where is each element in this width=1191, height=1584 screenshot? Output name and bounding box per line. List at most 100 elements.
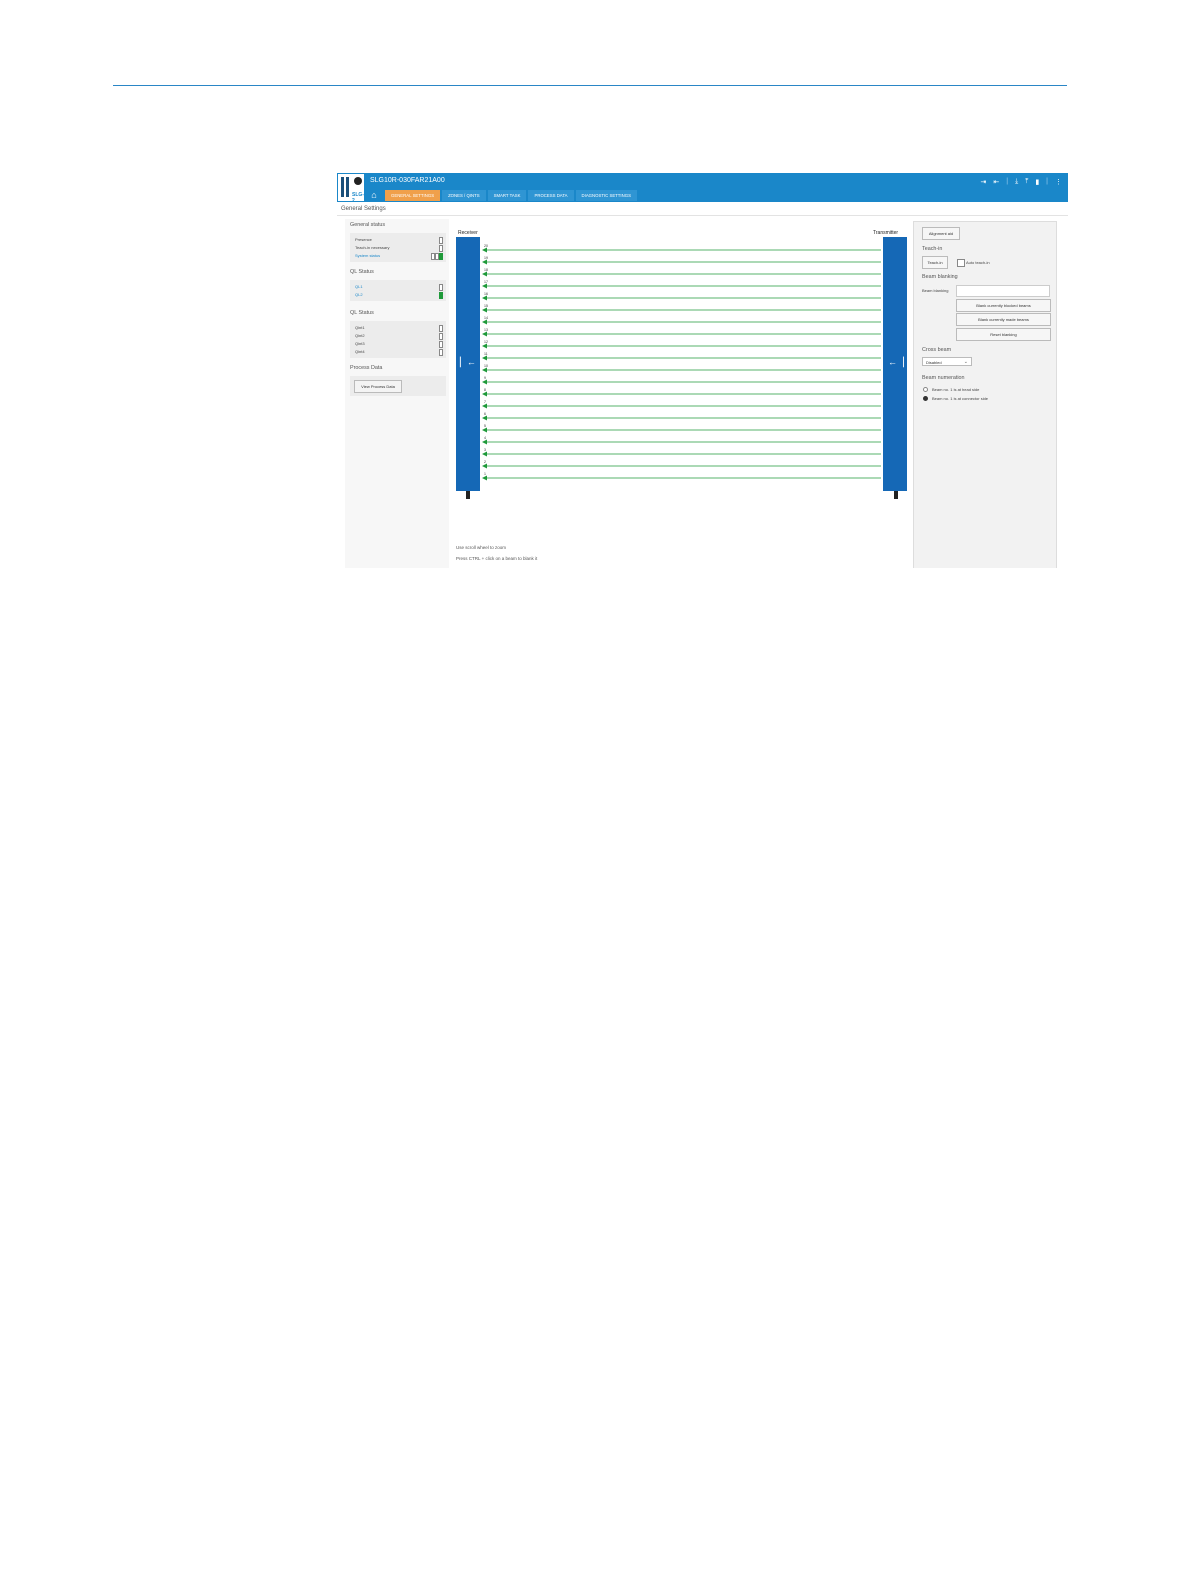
beam-arrow-icon bbox=[482, 343, 487, 349]
tab-process-data[interactable]: PROCESS DATA bbox=[528, 189, 574, 201]
light-grid-canvas[interactable]: Receiver Transmitter ▏← ←▕ 20 19 18 17 16 15 1… bbox=[451, 219, 911, 568]
beam-arrow-icon bbox=[482, 415, 487, 421]
reset-blanking-button[interactable]: Reset blanking bbox=[956, 328, 1051, 341]
more-menu-icon[interactable]: ⋮ bbox=[1055, 178, 1062, 186]
beam-number: 14 bbox=[484, 316, 488, 320]
status-row: Teach-in necessary bbox=[355, 245, 390, 250]
beam-number: 19 bbox=[484, 256, 488, 260]
ql-status-title: QL Status bbox=[350, 269, 374, 275]
beam-number: 13 bbox=[484, 328, 488, 332]
section-divider bbox=[337, 215, 1068, 216]
beam-lines[interactable]: 20 19 18 17 16 15 14 13 12 11 10 9 8 7 6 5 4 3 2 1 bbox=[451, 219, 911, 499]
beam-blanking-input[interactable] bbox=[956, 285, 1050, 297]
beam-arrow-icon bbox=[482, 475, 487, 481]
view-process-data-button[interactable]: View Process Data bbox=[354, 380, 402, 393]
beam-blanking-title: Beam blanking bbox=[922, 274, 958, 280]
beam-arrow-icon bbox=[482, 391, 487, 397]
tab-general-settings[interactable]: GENERAL SETTINGS bbox=[385, 189, 441, 201]
beam-number: 4 bbox=[484, 436, 486, 440]
general-status-box: Presence Teach-in necessary System statu… bbox=[350, 233, 446, 262]
beam-arrow-icon bbox=[482, 439, 487, 445]
status-panel: General status Presence Teach-in necessa… bbox=[345, 219, 449, 568]
system-status-link[interactable]: System status bbox=[355, 253, 380, 258]
beam-arrow-icon bbox=[482, 307, 487, 313]
blank-made-beams-button[interactable]: Blank currently made beams bbox=[956, 313, 1051, 326]
blank-hint: Press CTRL + click on a beam to blank it bbox=[456, 556, 538, 561]
auto-teach-in-label: Auto teach-in bbox=[966, 260, 990, 265]
ql2-indicator bbox=[439, 292, 443, 299]
alignment-aid-button[interactable]: Alignment aid bbox=[922, 227, 960, 240]
app-window: SLG-2 SLG10R-030FAR21A00 ⌂ GENERAL SETTI… bbox=[337, 173, 1068, 568]
beam-arrow-icon bbox=[482, 451, 487, 457]
settings-panel: Alignment aid Teach-in Teach-in Auto tea… bbox=[913, 221, 1057, 568]
upload-icon[interactable]: ⤒ bbox=[1025, 178, 1028, 186]
ql1-indicator bbox=[439, 284, 443, 291]
ql2-link[interactable]: QL2 bbox=[355, 292, 363, 297]
tab-diagnostic-settings[interactable]: DIAGNOSTIC SETTINGS bbox=[575, 189, 637, 201]
beam-arrow-icon bbox=[482, 427, 487, 433]
beam-numeration-title: Beam numeration bbox=[922, 375, 965, 381]
qint-row: Qint2 bbox=[355, 333, 365, 338]
qint-indicator bbox=[439, 341, 443, 348]
beam-arrow-icon bbox=[482, 319, 487, 325]
tab-bar: ⌂ GENERAL SETTINGS ZONES / QINTS SMART T… bbox=[367, 189, 639, 201]
beam-number: 20 bbox=[484, 244, 488, 248]
chevron-down-icon: ⌄ bbox=[963, 359, 968, 365]
process-data-box: View Process Data bbox=[350, 376, 446, 396]
beam-number: 18 bbox=[484, 268, 488, 272]
tab-zones-qints[interactable]: ZONES / QINTS bbox=[442, 189, 486, 201]
cross-beam-title: Cross beam bbox=[922, 347, 952, 353]
qint-indicator bbox=[439, 325, 443, 332]
beam-number: 6 bbox=[484, 412, 486, 416]
beam-arrow-icon bbox=[482, 463, 487, 469]
status-indicator bbox=[439, 237, 443, 244]
beam-number: 12 bbox=[484, 340, 488, 344]
delete-icon[interactable]: ▮ bbox=[1035, 178, 1039, 186]
logout-icon[interactable]: ⇤ bbox=[993, 178, 999, 186]
section-title: General Settings bbox=[341, 206, 386, 212]
beam-arrow-icon bbox=[482, 367, 487, 373]
qint-row: Qint3 bbox=[355, 341, 365, 346]
cross-beam-select[interactable]: Disabled ⌄ bbox=[922, 357, 972, 366]
page-header-rule bbox=[113, 85, 1067, 86]
separator: | bbox=[1046, 178, 1048, 185]
blank-blocked-beams-button[interactable]: Blank currently blocked beams bbox=[956, 299, 1051, 312]
download-icon[interactable]: ⤓ bbox=[1015, 178, 1018, 186]
process-data-title: Process Data bbox=[350, 365, 383, 371]
beam-number: 11 bbox=[484, 352, 488, 356]
status-indicator-ok bbox=[439, 253, 443, 260]
beam-arrow-icon bbox=[482, 283, 487, 289]
zoom-hint: Use scroll wheel to zoom bbox=[456, 545, 507, 550]
cross-beam-value: Disabled bbox=[926, 360, 942, 365]
beam-number: 16 bbox=[484, 292, 488, 296]
beam-number: 2 bbox=[484, 460, 486, 464]
numeration-connector-side-label: Beam no. 1 is at connector side bbox=[932, 396, 989, 401]
qint-row: Qint4 bbox=[355, 349, 365, 354]
home-icon[interactable]: ⌂ bbox=[367, 190, 381, 201]
beam-number: 9 bbox=[484, 376, 486, 380]
beam-arrow-icon bbox=[482, 259, 487, 265]
beam-arrow-icon bbox=[482, 355, 487, 361]
beam-number: 8 bbox=[484, 388, 486, 392]
beam-arrow-icon bbox=[482, 331, 487, 337]
auto-teach-in-checkbox[interactable] bbox=[957, 259, 965, 267]
general-status-title: General status bbox=[350, 222, 386, 228]
ql1-link[interactable]: QL1 bbox=[355, 284, 363, 289]
beam-arrow-icon bbox=[482, 271, 487, 277]
status-row: Presence bbox=[355, 237, 372, 242]
numeration-head-side-radio[interactable] bbox=[923, 387, 928, 392]
qint-row: Qint1 bbox=[355, 325, 365, 330]
beam-number: 5 bbox=[484, 424, 486, 428]
beam-number: 3 bbox=[484, 448, 486, 452]
qint-indicator bbox=[439, 333, 443, 340]
qint-status-title: QL Status bbox=[350, 310, 374, 316]
beam-number: 7 bbox=[484, 400, 486, 404]
ql-status-box: QL1 QL2 bbox=[350, 280, 446, 301]
teach-in-button[interactable]: Teach-in bbox=[922, 256, 948, 269]
beam-blanking-label: Beam blanking bbox=[922, 288, 949, 293]
tab-smart-task[interactable]: SMART TASK bbox=[487, 189, 527, 201]
login-icon[interactable]: ⇥ bbox=[981, 178, 987, 186]
beam-number: 10 bbox=[484, 364, 488, 368]
beam-number: 1 bbox=[484, 472, 486, 476]
numeration-connector-side-radio[interactable] bbox=[923, 396, 928, 401]
